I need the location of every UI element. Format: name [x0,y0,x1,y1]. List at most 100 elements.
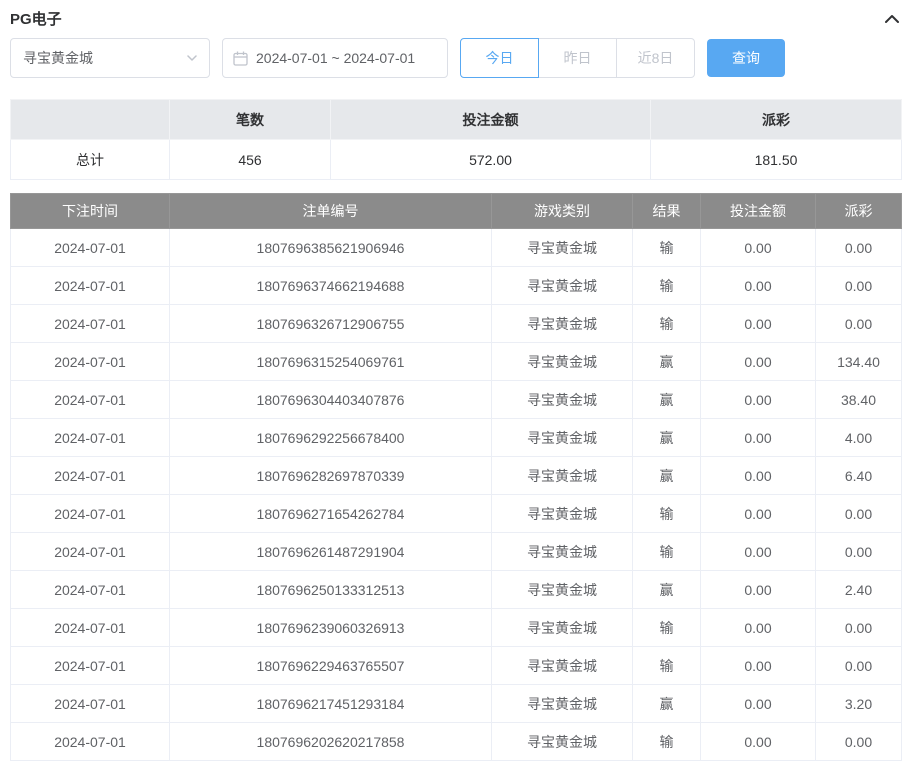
table-row: 2024-07-011807696217451293184寻宝黄金城赢0.003… [11,685,902,723]
cell-bet-id: 1807696385621906946 [170,229,492,267]
cell-bet-id: 1807696374662194688 [170,267,492,305]
summary-header-row: 笔数 投注金额 派彩 [11,100,902,140]
cell-bet-id: 1807696261487291904 [170,533,492,571]
cell-payout: 0.00 [816,533,902,571]
cell-bet-time: 2024-07-01 [11,647,170,685]
calendar-icon [233,51,248,66]
table-row: 2024-07-011807696282697870339寻宝黄金城赢0.006… [11,457,902,495]
cell-bet-id: 1807696315254069761 [170,343,492,381]
column-header-bet-id: 注单编号 [170,194,492,229]
cell-game-type: 寻宝黄金城 [492,457,633,495]
cell-bet-id: 1807696250133312513 [170,571,492,609]
cell-payout: 0.00 [816,723,902,761]
filter-row: 寻宝黄金城 2024-07-01 ~ 2024-07-01 今日 昨日 [10,38,902,78]
cell-bet-time: 2024-07-01 [11,495,170,533]
cell-game-type: 寻宝黄金城 [492,305,633,343]
cell-bet-time: 2024-07-01 [11,571,170,609]
cell-payout: 6.40 [816,457,902,495]
table-row: 2024-07-011807696326712906755寻宝黄金城输0.000… [11,305,902,343]
cell-payout: 0.00 [816,495,902,533]
cell-bet-id: 1807696229463765507 [170,647,492,685]
quick-filter-group: 今日 昨日 近8日 [460,38,695,78]
cell-bet-amount: 0.00 [701,533,816,571]
cell-payout: 0.00 [816,609,902,647]
summary-total-bet-amount: 572.00 [331,140,651,180]
summary-table: 笔数 投注金额 派彩 总计 456 572.00 181.50 [10,99,902,180]
cell-result: 输 [633,495,701,533]
summary-header-empty [11,100,170,140]
cell-bet-id: 1807696282697870339 [170,457,492,495]
table-row: 2024-07-011807696385621906946寻宝黄金城输0.000… [11,229,902,267]
collapse-button[interactable] [882,8,902,28]
cell-result: 输 [633,609,701,647]
table-row: 2024-07-011807696292256678400寻宝黄金城赢0.004… [11,419,902,457]
cell-game-type: 寻宝黄金城 [492,267,633,305]
column-header-bet-amount: 投注金额 [701,194,816,229]
summary-total-payout: 181.50 [651,140,902,180]
cell-bet-amount: 0.00 [701,723,816,761]
cell-payout: 2.40 [816,571,902,609]
cell-payout: 38.40 [816,381,902,419]
table-row: 2024-07-011807696304403407876寻宝黄金城赢0.003… [11,381,902,419]
cell-result: 输 [633,229,701,267]
cell-game-type: 寻宝黄金城 [492,495,633,533]
column-header-payout: 派彩 [816,194,902,229]
date-range-picker[interactable]: 2024-07-01 ~ 2024-07-01 [222,38,448,78]
cell-result: 输 [633,533,701,571]
cell-bet-amount: 0.00 [701,343,816,381]
cell-payout: 0.00 [816,305,902,343]
quick-filter-yesterday[interactable]: 昨日 [538,38,617,78]
cell-game-type: 寻宝黄金城 [492,571,633,609]
game-select[interactable]: 寻宝黄金城 [10,38,210,78]
cell-result: 输 [633,267,701,305]
cell-bet-amount: 0.00 [701,381,816,419]
cell-bet-time: 2024-07-01 [11,229,170,267]
table-row: 2024-07-011807696202620217858寻宝黄金城输0.000… [11,723,902,761]
cell-bet-time: 2024-07-01 [11,305,170,343]
cell-payout: 3.20 [816,685,902,723]
caret-down-icon [187,55,197,61]
cell-result: 赢 [633,419,701,457]
cell-bet-id: 1807696239060326913 [170,609,492,647]
cell-payout: 4.00 [816,419,902,457]
cell-result: 输 [633,647,701,685]
cell-payout: 0.00 [816,229,902,267]
quick-filter-today[interactable]: 今日 [460,38,539,78]
cell-bet-amount: 0.00 [701,609,816,647]
cell-payout: 0.00 [816,647,902,685]
cell-bet-time: 2024-07-01 [11,685,170,723]
cell-game-type: 寻宝黄金城 [492,381,633,419]
cell-game-type: 寻宝黄金城 [492,419,633,457]
cell-result: 输 [633,723,701,761]
table-row: 2024-07-011807696271654262784寻宝黄金城输0.000… [11,495,902,533]
quick-filter-last8days[interactable]: 近8日 [616,38,695,78]
cell-result: 赢 [633,381,701,419]
cell-bet-amount: 0.00 [701,419,816,457]
cell-bet-id: 1807696292256678400 [170,419,492,457]
cell-bet-id: 1807696326712906755 [170,305,492,343]
cell-bet-amount: 0.00 [701,229,816,267]
summary-header-bet-amount: 投注金额 [331,100,651,140]
cell-bet-time: 2024-07-01 [11,343,170,381]
summary-header-payout: 派彩 [651,100,902,140]
cell-game-type: 寻宝黄金城 [492,723,633,761]
cell-bet-time: 2024-07-01 [11,381,170,419]
cell-bet-amount: 0.00 [701,267,816,305]
query-button[interactable]: 查询 [707,39,785,77]
cell-game-type: 寻宝黄金城 [492,533,633,571]
cell-bet-time: 2024-07-01 [11,609,170,647]
bet-table-body: 2024-07-011807696385621906946寻宝黄金城输0.000… [11,229,902,761]
table-row: 2024-07-011807696315254069761寻宝黄金城赢0.001… [11,343,902,381]
cell-bet-id: 1807696217451293184 [170,685,492,723]
cell-bet-amount: 0.00 [701,457,816,495]
cell-game-type: 寻宝黄金城 [492,229,633,267]
cell-result: 赢 [633,457,701,495]
bet-table: 下注时间 注单编号 游戏类别 结果 投注金额 派彩 2024-07-011807… [10,193,902,761]
table-row: 2024-07-011807696239060326913寻宝黄金城输0.000… [11,609,902,647]
cell-game-type: 寻宝黄金城 [492,685,633,723]
summary-header-count: 笔数 [170,100,331,140]
cell-bet-id: 1807696202620217858 [170,723,492,761]
summary-total-count: 456 [170,140,331,180]
pg-panel: PG电子 寻宝黄金城 [0,0,912,761]
cell-bet-amount: 0.00 [701,685,816,723]
